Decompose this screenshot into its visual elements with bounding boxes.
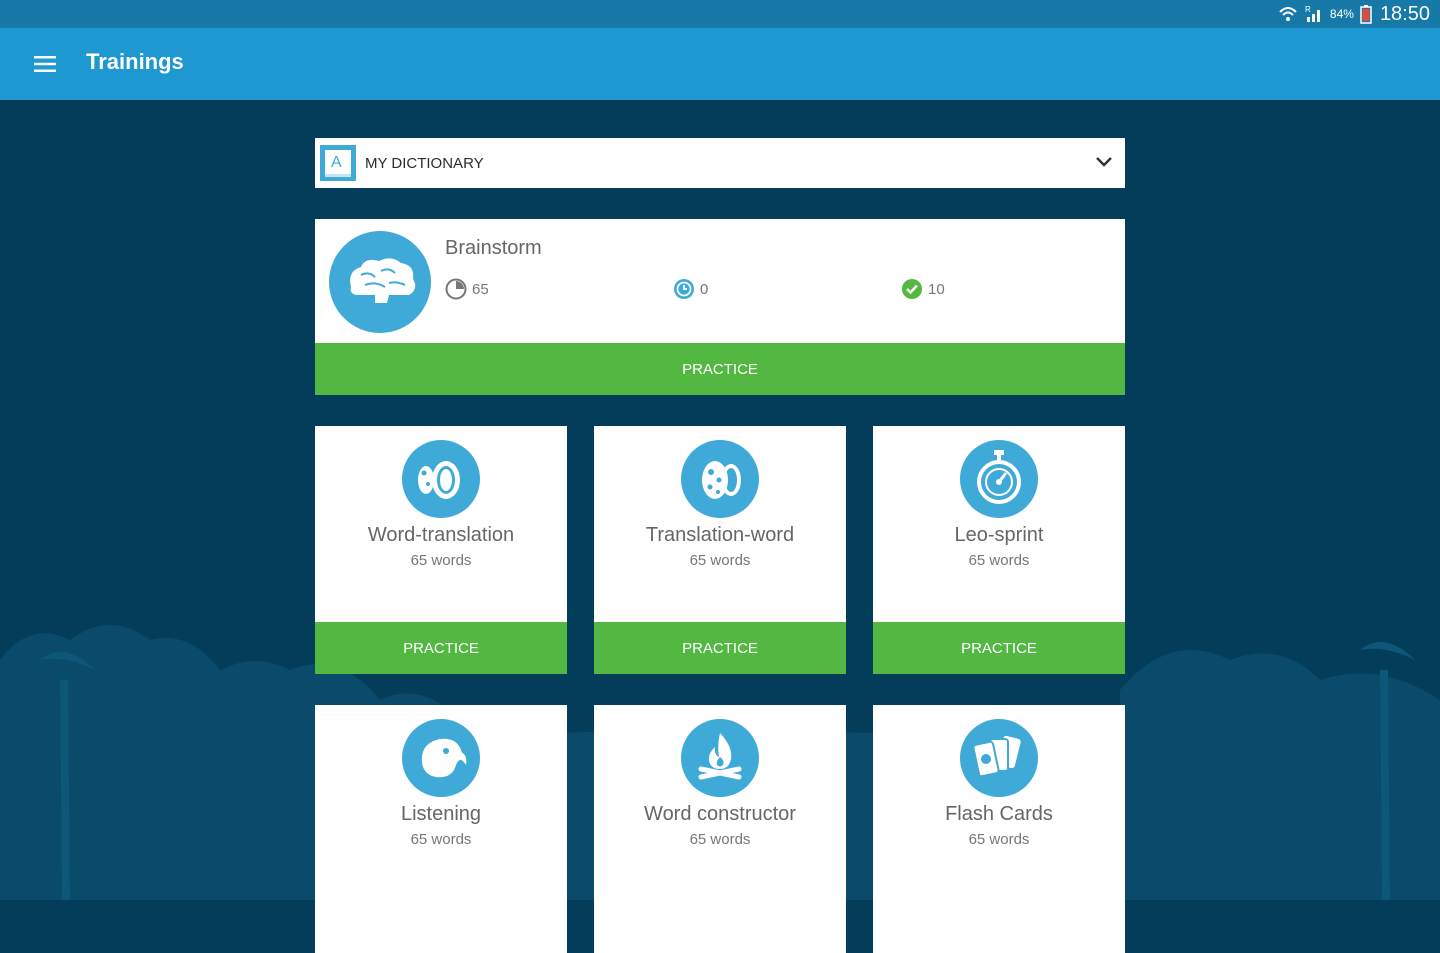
training-name: Translation-word xyxy=(645,524,795,546)
signal-icon: R xyxy=(1305,5,1320,22)
battery-percent: 84% xyxy=(1329,7,1354,21)
status-icons: R 84% 18:50 xyxy=(1278,0,1430,28)
battery-icon xyxy=(1360,5,1372,24)
spotted-egg-icon xyxy=(681,440,759,518)
training-card-word-constructor[interactable]: Word constructor 65 words xyxy=(594,705,846,953)
page-title: Trainings xyxy=(86,49,184,74)
training-name: Listening xyxy=(400,803,482,825)
stat-total-value: 65 xyxy=(472,280,489,298)
flash-cards-icon xyxy=(960,719,1038,797)
stopwatch-icon xyxy=(960,440,1038,518)
training-card-word-translation[interactable]: Word-translation 65 words PRACTICE xyxy=(315,426,567,674)
brain-icon xyxy=(329,231,431,333)
dictionary-select[interactable]: A MY DICTIONARY xyxy=(315,138,1125,188)
parrot-icon xyxy=(402,719,480,797)
clock-icon xyxy=(674,279,694,299)
training-name: Flash Cards xyxy=(945,803,1053,825)
stat-total: 65 xyxy=(445,278,489,300)
svg-text:A: A xyxy=(331,154,342,171)
brainstorm-card: Brainstorm 65 0 10 PRACTICE xyxy=(315,219,1125,395)
training-name: Word-translation xyxy=(367,524,515,546)
stat-learned: 10 xyxy=(901,278,945,300)
stat-waiting: 0 xyxy=(673,278,708,300)
training-name: Leo-sprint xyxy=(954,524,1044,546)
training-card-flash-cards[interactable]: Flash Cards 65 words xyxy=(873,705,1125,953)
brainstorm-practice-button[interactable]: PRACTICE xyxy=(315,343,1125,395)
svg-text:R: R xyxy=(1305,5,1311,14)
wifi-icon xyxy=(1279,7,1297,21)
stat-learned-value: 10 xyxy=(928,280,945,298)
brainstorm-title: Brainstorm xyxy=(445,237,542,259)
practice-button[interactable]: PRACTICE xyxy=(873,622,1125,674)
chevron-down-icon xyxy=(1096,157,1112,167)
status-bar: R 84% 18:50 xyxy=(0,0,1440,28)
training-count: 65 words xyxy=(689,831,751,848)
progress-clock-icon xyxy=(445,278,467,300)
training-count: 65 words xyxy=(968,552,1030,569)
training-card-listening[interactable]: Listening 65 words xyxy=(315,705,567,953)
practice-button[interactable]: PRACTICE xyxy=(315,622,567,674)
training-count: 65 words xyxy=(410,552,472,569)
training-card-leo-sprint[interactable]: Leo-sprint 65 words PRACTICE xyxy=(873,426,1125,674)
campfire-icon xyxy=(681,719,759,797)
hamburger-menu-button[interactable] xyxy=(22,44,68,84)
training-card-translation-word[interactable]: Translation-word 65 words PRACTICE xyxy=(594,426,846,674)
dictionary-label: MY DICTIONARY xyxy=(365,154,484,172)
training-count: 65 words xyxy=(410,831,472,848)
hamburger-menu-icon xyxy=(34,56,56,72)
training-count: 65 words xyxy=(689,552,751,569)
status-time: 18:50 xyxy=(1379,2,1430,25)
practice-button[interactable]: PRACTICE xyxy=(594,622,846,674)
training-count: 65 words xyxy=(968,831,1030,848)
stat-waiting-value: 0 xyxy=(700,280,709,298)
app-bar: Trainings xyxy=(0,28,1440,100)
dictionary-icon: A xyxy=(320,145,356,181)
egg-icon xyxy=(402,440,480,518)
training-name: Word constructor xyxy=(644,803,796,825)
check-icon xyxy=(902,279,922,299)
